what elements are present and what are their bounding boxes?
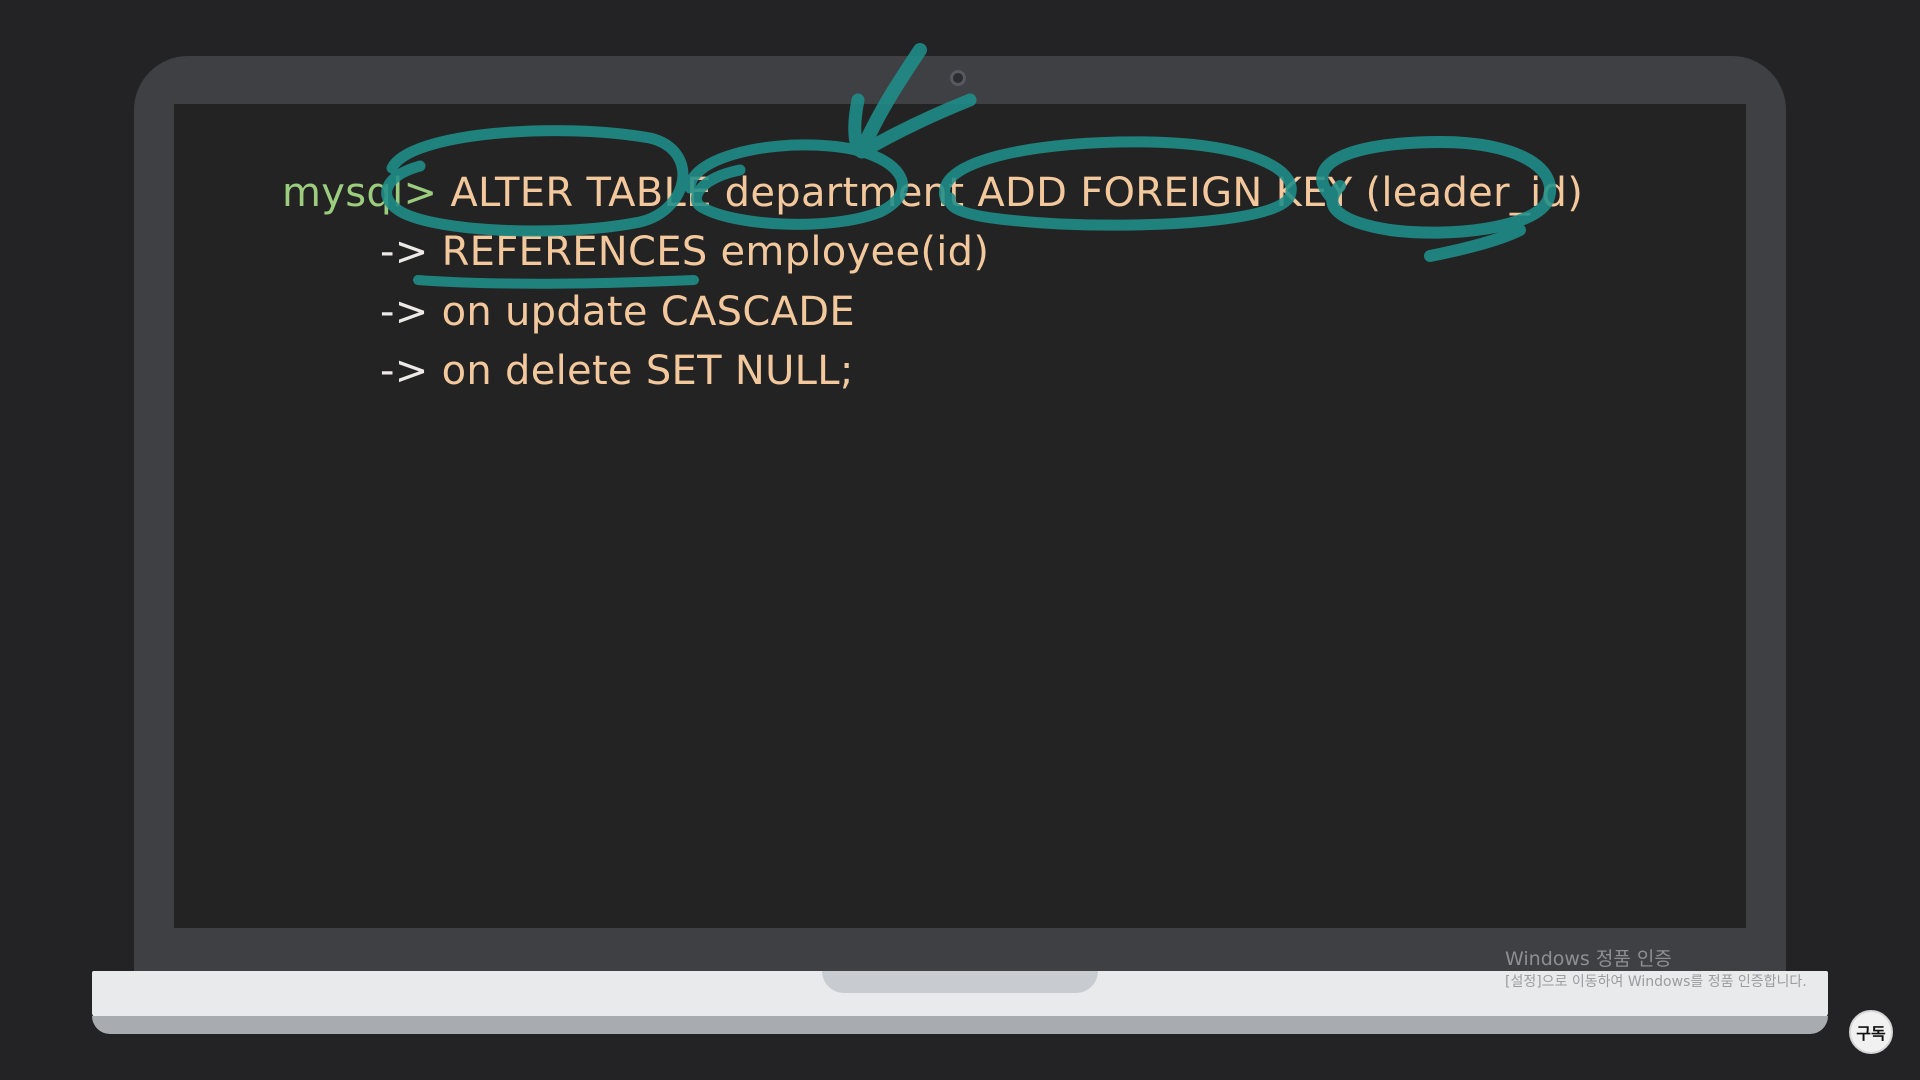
subscribe-button[interactable]: 구독 (1849, 1010, 1893, 1054)
continuation-arrow: -> (380, 348, 429, 394)
windows-activation-title: Windows 정품 인증 (1505, 948, 1672, 970)
references-clause: REFERENCES employee(id) (441, 229, 990, 275)
on-update-clause: on update CASCADE (441, 289, 855, 335)
video-frame: mysql> ALTER TABLE department ADD FOREIG… (0, 0, 1920, 1080)
terminal-line-1: mysql> ALTER TABLE department ADD FOREIG… (282, 170, 1583, 216)
laptop-base-edge (92, 1016, 1828, 1034)
laptop-screen (174, 104, 1746, 928)
continuation-arrow: -> (380, 289, 429, 335)
alter-table-command: ALTER TABLE department ADD FOREIGN KEY (… (450, 170, 1584, 216)
terminal-line-4: -> on delete SET NULL; (380, 348, 854, 394)
on-delete-clause: on delete SET NULL; (441, 348, 854, 394)
terminal-line-2: -> REFERENCES employee(id) (380, 229, 989, 275)
camera-icon (950, 70, 966, 86)
continuation-arrow: -> (380, 229, 429, 275)
laptop-notch (822, 971, 1098, 993)
terminal-line-3: -> on update CASCADE (380, 289, 855, 335)
mysql-prompt: mysql> (282, 170, 438, 216)
windows-activation-subtitle: [설정]으로 이동하여 Windows를 정품 인증합니다. (1505, 974, 1807, 990)
